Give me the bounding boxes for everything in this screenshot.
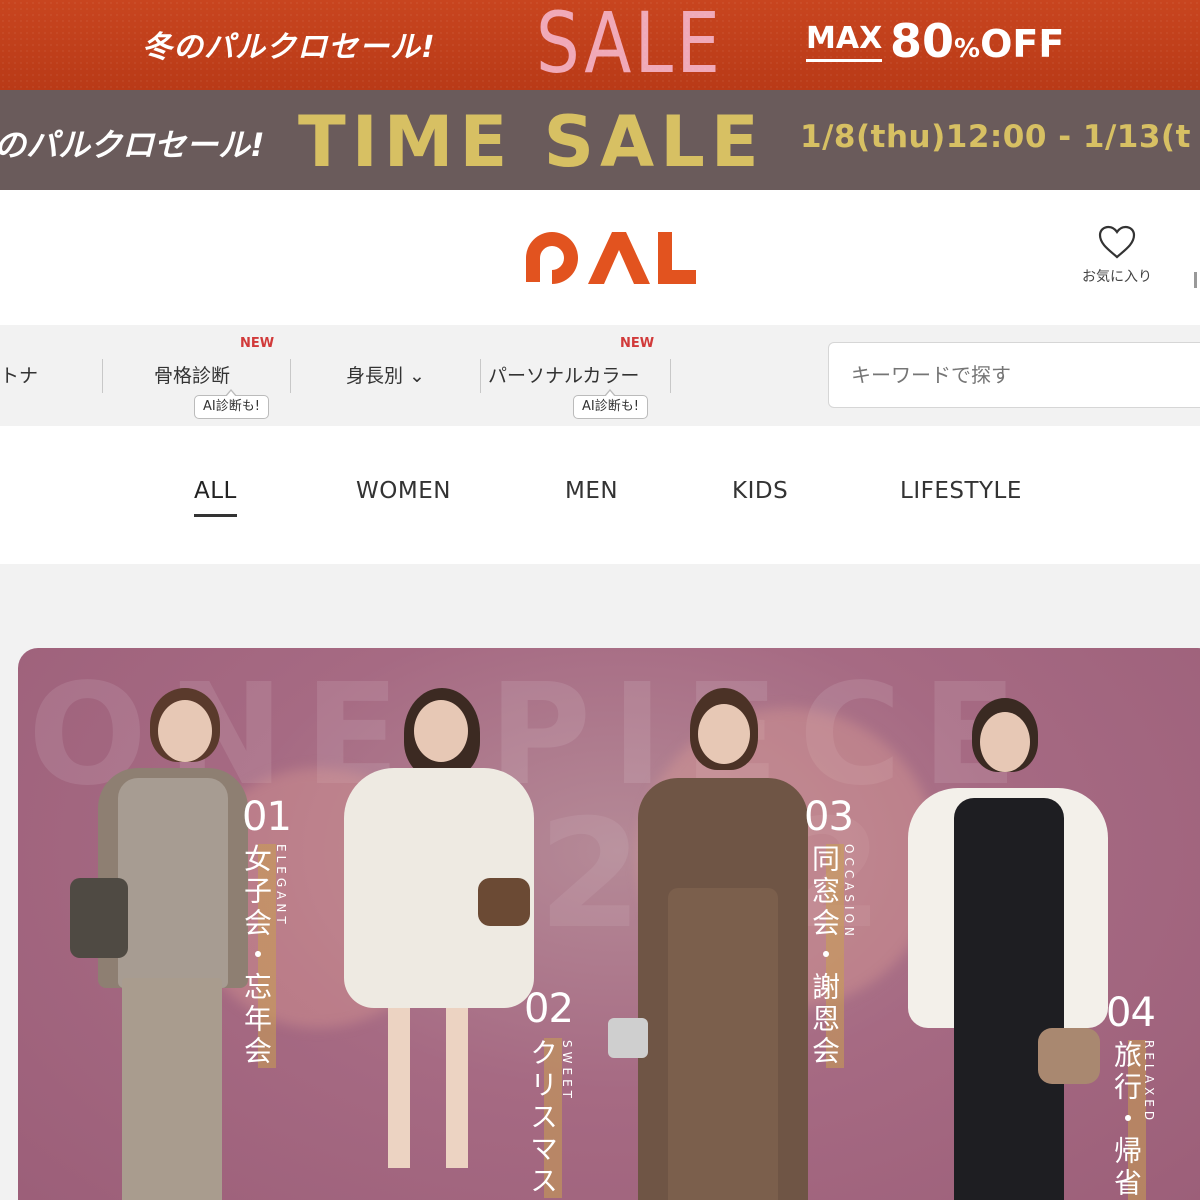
heart-icon <box>1098 225 1136 259</box>
discount-percent-sign: % <box>954 34 981 64</box>
scene-number-03: 03 <box>804 794 854 840</box>
new-badge: NEW <box>620 336 655 351</box>
model-photo-2 <box>338 688 548 1200</box>
scene-title-03: 同窓会・謝恩会 <box>804 844 844 1068</box>
winter-sale-max-label: MAX <box>806 23 883 62</box>
tab-kids[interactable]: KIDS <box>732 478 788 504</box>
subnav-divider <box>480 359 481 393</box>
discount-off: OFF <box>980 22 1065 66</box>
scene-sub-03: OCCASION <box>842 844 856 940</box>
scene-sub-02: SWEET <box>560 1040 574 1102</box>
subnav-item-partial[interactable]: トナ <box>0 361 38 388</box>
sub-navigation: トナ NEW 骨格診断 AI診断も! 身長別 ⌄ NEW パーソナルカラー AI… <box>0 325 1200 426</box>
discount-percent: 80 <box>890 14 955 68</box>
cart-icon-partial[interactable] <box>1194 272 1197 288</box>
time-sale-campaign-text: のパルクロセール! <box>0 126 265 164</box>
scene-sub-01: ELEGANT <box>274 844 288 928</box>
scene-sub-04: RELAXED <box>1142 1040 1156 1125</box>
scene-title-02: クリスマス <box>522 1038 562 1198</box>
subnav-divider <box>102 359 103 393</box>
search-input[interactable] <box>828 342 1200 408</box>
scene-number-02: 02 <box>524 986 574 1032</box>
tab-men[interactable]: MEN <box>565 478 618 504</box>
tab-all[interactable]: ALL <box>194 478 237 517</box>
scene-title-04: 旅行・帰省 <box>1106 1040 1146 1200</box>
favorites-label: お気に入り <box>1082 269 1152 285</box>
tab-lifestyle[interactable]: LIFESTYLE <box>900 478 1022 504</box>
scene-number-04: 04 <box>1106 990 1156 1036</box>
favorites-button[interactable]: お気に入り <box>1066 224 1168 286</box>
winter-sale-title: SALE <box>536 0 724 90</box>
model-photo-4 <box>898 688 1118 1200</box>
tab-women[interactable]: WOMEN <box>356 478 451 504</box>
subnav-divider <box>290 359 291 393</box>
hero-banner[interactable]: ONE PIECE 2025 01 女子会・忘年会 ELEGAN <box>18 648 1200 1200</box>
model-photo-3 <box>608 688 818 1200</box>
scene-title-01: 女子会・忘年会 <box>236 844 276 1068</box>
time-sale-title: TIME SALE <box>298 101 765 183</box>
winter-sale-banner[interactable]: 冬のパルクロセール! SALE MAX 80%OFF <box>0 0 1200 90</box>
scene-number-01: 01 <box>242 794 292 840</box>
ai-diagnosis-bubble[interactable]: AI診断も! <box>573 389 648 419</box>
winter-sale-discount: 80%OFF <box>890 14 1064 68</box>
subnav-item-personal-color[interactable]: パーソナルカラー <box>488 361 639 388</box>
category-tabs: ALL WOMEN MEN KIDS LIFESTYLE <box>0 426 1200 564</box>
pal-logo[interactable] <box>522 228 698 286</box>
winter-sale-campaign-text: 冬のパルクロセール! <box>142 30 436 65</box>
ai-diagnosis-bubble[interactable]: AI診断も! <box>194 389 269 419</box>
subnav-divider <box>670 359 671 393</box>
time-sale-banner[interactable]: のパルクロセール! TIME SALE 1/8(thu)12:00 - 1/13… <box>0 90 1200 190</box>
subnav-item-bone-diagnosis[interactable]: 骨格診断 <box>154 361 230 388</box>
time-sale-dates: 1/8(thu)12:00 - 1/13(t <box>800 119 1191 155</box>
subnav-item-height[interactable]: 身長別 ⌄ <box>346 361 425 388</box>
new-badge: NEW <box>240 336 275 351</box>
